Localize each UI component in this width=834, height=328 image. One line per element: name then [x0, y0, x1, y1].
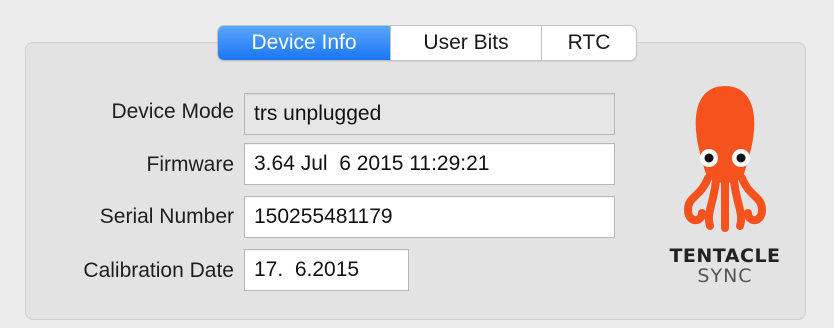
- tab-rtc[interactable]: RTC: [541, 26, 636, 60]
- device-window: Device Info User Bits RTC Device Mode tr…: [0, 0, 834, 328]
- tab-device-info[interactable]: Device Info: [218, 26, 390, 60]
- firmware-field[interactable]: 3.64 Jul 6 2015 11:29:21: [244, 143, 615, 185]
- serial-number-field[interactable]: 150255481179: [244, 196, 615, 238]
- firmware-label: Firmware: [146, 153, 235, 176]
- device-mode-label: Device Mode: [111, 100, 234, 123]
- logo-brand-text: TENTACLE: [669, 245, 781, 267]
- serial-number-label: Serial Number: [99, 205, 234, 228]
- tab-bar: Device Info User Bits RTC: [217, 25, 637, 61]
- device-mode-field: trs unplugged: [244, 93, 615, 135]
- tab-user-bits[interactable]: User Bits: [390, 26, 541, 60]
- logo-brand-subtext: SYNC: [697, 265, 753, 287]
- calibration-date-field[interactable]: 17. 6.2015: [244, 249, 409, 291]
- calibration-date-label: Calibration Date: [83, 259, 234, 282]
